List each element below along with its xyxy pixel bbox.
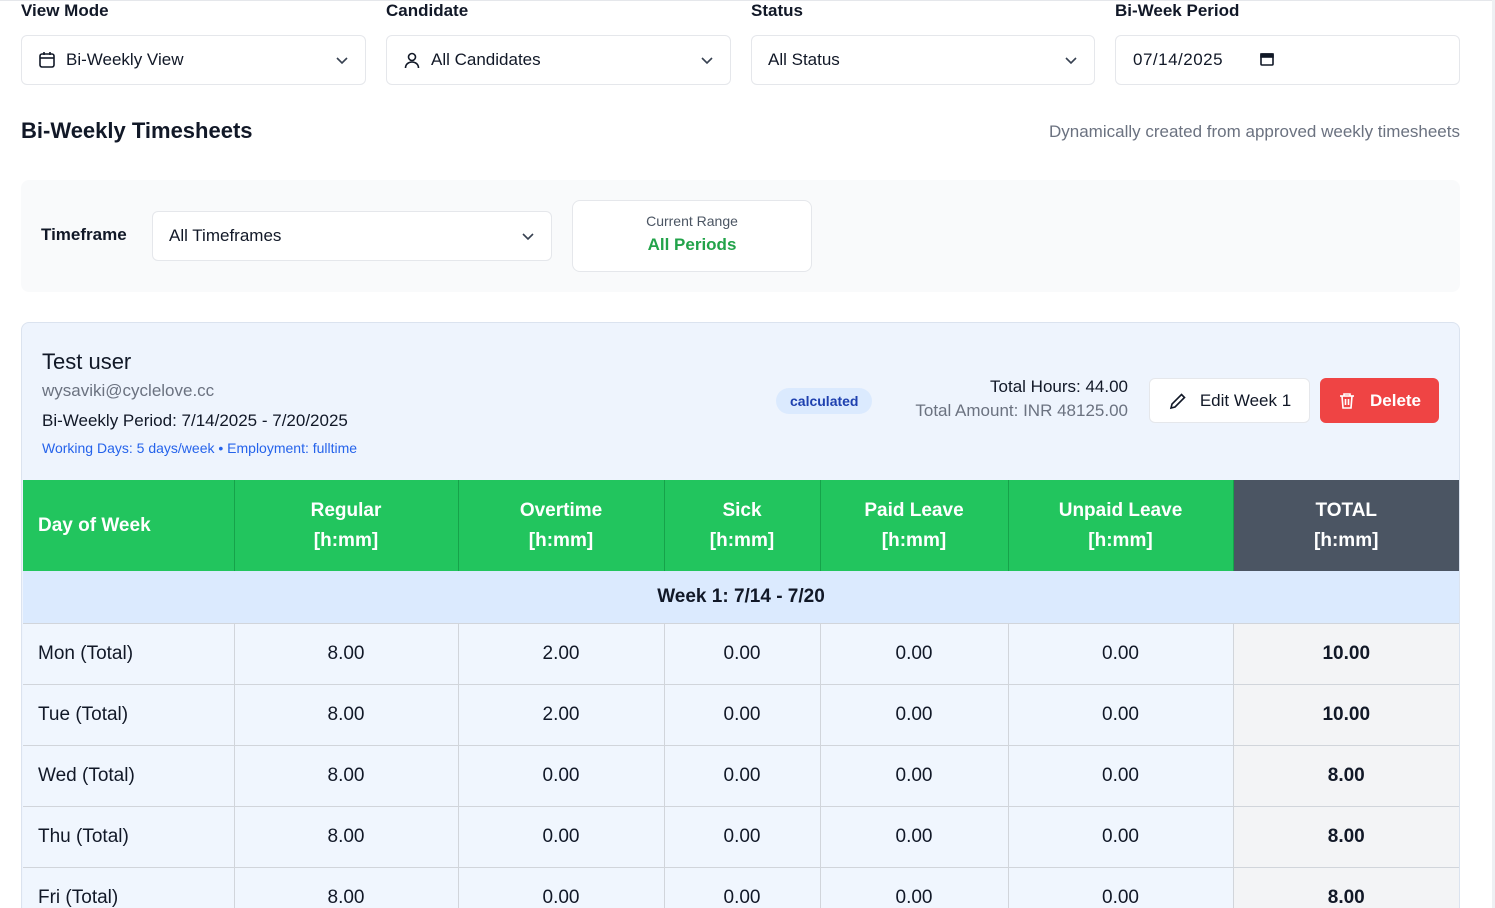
regular-cell: 8.00 [234,806,459,868]
calendar-icon [38,51,56,69]
view-mode-label: View Mode [21,1,109,20]
week-label: Week 1: 7/14 - 7/20 [23,571,1459,624]
unpaid-leave-cell: 0.00 [1008,623,1234,685]
total-cell: 10.00 [1233,623,1459,685]
paid-leave-cell: 0.00 [820,867,1009,908]
candidate-select[interactable]: All Candidates [386,35,731,85]
unpaid-leave-cell: 0.00 [1008,684,1234,746]
table-row: Mon (Total) 8.00 2.00 0.00 0.00 0.00 10.… [23,623,1459,685]
pencil-icon [1168,391,1188,411]
sick-cell: 0.00 [664,684,821,746]
view-mode-value: Bi-Weekly View [66,50,184,69]
candidate-name: Test user [42,349,132,374]
paid-leave-cell: 0.00 [820,806,1009,868]
total-cell: 8.00 [1233,867,1459,908]
timesheet-card: Test user wysaviki@cyclelove.cc Bi-Weekl… [21,322,1460,908]
paid-leave-cell: 0.00 [820,623,1009,685]
biweek-period-date-input[interactable]: 07/14/2025 [1115,35,1460,85]
status-value: All Status [768,50,840,69]
current-range-label: Current Range [646,213,738,229]
candidate-filter: Candidate All Candidates [386,0,731,85]
chevron-down-icon [1064,53,1078,67]
column-header-overtime: Overtime [h:mm] [458,480,665,571]
overtime-cell: 0.00 [458,745,665,807]
view-mode-filter: View Mode Bi-Weekly View [21,0,366,85]
date-picker-icon[interactable] [1259,51,1277,69]
timesheet-table: Day of Week Regular [h:mm] Overtime [h:mm]… [23,480,1459,908]
trash-icon [1338,392,1356,410]
unpaid-leave-cell: 0.00 [1008,867,1234,908]
day-cell: Fri (Total) [23,867,235,908]
regular-cell: 8.00 [234,745,459,807]
table-header-row: Day of Week Regular [h:mm] Overtime [h:mm]… [23,480,1459,571]
column-header-total: TOTAL [h:mm] [1233,480,1459,571]
column-header-regular: Regular [h:mm] [234,480,459,571]
delete-label: Delete [1369,390,1422,410]
candidate-email: wysaviki@cyclelove.cc [42,381,215,400]
page-subtitle: Dynamically created from approved weekly… [1048,122,1460,141]
total-cell: 10.00 [1233,684,1459,746]
total-hours: Total Hours: 44.00 [990,377,1128,396]
regular-cell: 8.00 [234,623,459,685]
view-mode-select[interactable]: Bi-Weekly View [21,35,366,85]
unpaid-leave-cell: 0.00 [1008,806,1234,868]
total-cell: 8.00 [1233,745,1459,807]
status-filter: Status All Status [751,0,1095,85]
overtime-cell: 2.00 [458,684,665,746]
overtime-cell: 0.00 [458,806,665,868]
table-row: Wed (Total) 8.00 0.00 0.00 0.00 0.00 8.0… [23,745,1459,807]
unpaid-leave-cell: 0.00 [1008,745,1234,807]
column-header-sick: Sick [h:mm] [664,480,821,571]
biweek-period-filter: Bi-Week Period 07/14/2025 [1115,0,1460,85]
table-row: Thu (Total) 8.00 0.00 0.00 0.00 0.00 8.0… [23,806,1459,868]
page-title: Bi-Weekly Timesheets [21,118,253,143]
totals-summary: Total Hours: 44.00 Total Amount: INR 481… [915,377,1128,421]
user-icon [403,51,421,69]
day-cell: Thu (Total) [23,806,235,868]
day-cell: Wed (Total) [23,745,235,807]
chevron-down-icon [335,53,349,67]
candidate-value: All Candidates [431,50,541,69]
edit-week-label: Edit Week 1 [1199,390,1292,410]
sick-cell: 0.00 [664,745,821,807]
day-cell: Mon (Total) [23,623,235,685]
chevron-down-icon [521,229,535,243]
column-header-unpaid-leave: Unpaid Leave [h:mm] [1008,480,1234,571]
delete-button[interactable]: Delete [1320,378,1439,423]
timeframe-select[interactable]: All Timeframes [152,211,552,261]
timeframe-label: Timeframe [41,225,127,244]
timeframe-panel: Timeframe All Timeframes Current Range A… [21,180,1460,292]
current-range-value: All Periods [647,235,737,254]
chevron-down-icon [700,53,714,67]
total-cell: 8.00 [1233,806,1459,868]
paid-leave-cell: 0.00 [820,684,1009,746]
status-select[interactable]: All Status [751,35,1095,85]
day-cell: Tue (Total) [23,684,235,746]
current-range-box: Current Range All Periods [572,200,812,272]
paid-leave-cell: 0.00 [820,745,1009,807]
status-label: Status [751,1,803,20]
sick-cell: 0.00 [664,867,821,908]
employment-meta: Working Days: 5 days/week • Employment: … [42,440,358,456]
biweek-period-value: 07/14/2025 [1133,50,1224,69]
biweekly-period: Bi-Weekly Period: 7/14/2025 - 7/20/2025 [42,411,348,430]
overtime-cell: 2.00 [458,623,665,685]
biweek-period-label: Bi-Week Period [1115,1,1240,20]
column-header-day: Day of Week [23,480,235,571]
column-header-paid-leave: Paid Leave [h:mm] [820,480,1009,571]
total-amount: Total Amount: INR 48125.00 [915,401,1128,420]
status-badge: calculated [776,388,873,414]
timeframe-value: All Timeframes [169,226,282,245]
sick-cell: 0.00 [664,623,821,685]
table-row: Tue (Total) 8.00 2.00 0.00 0.00 0.00 10.… [23,684,1459,746]
regular-cell: 8.00 [234,684,459,746]
sick-cell: 0.00 [664,806,821,868]
table-row: Fri (Total) 8.00 0.00 0.00 0.00 0.00 8.0… [23,867,1459,908]
regular-cell: 8.00 [234,867,459,908]
candidate-label: Candidate [386,1,469,20]
overtime-cell: 0.00 [458,867,665,908]
week-header-row: Week 1: 7/14 - 7/20 [23,571,1459,624]
edit-week-button[interactable]: Edit Week 1 [1149,378,1310,423]
